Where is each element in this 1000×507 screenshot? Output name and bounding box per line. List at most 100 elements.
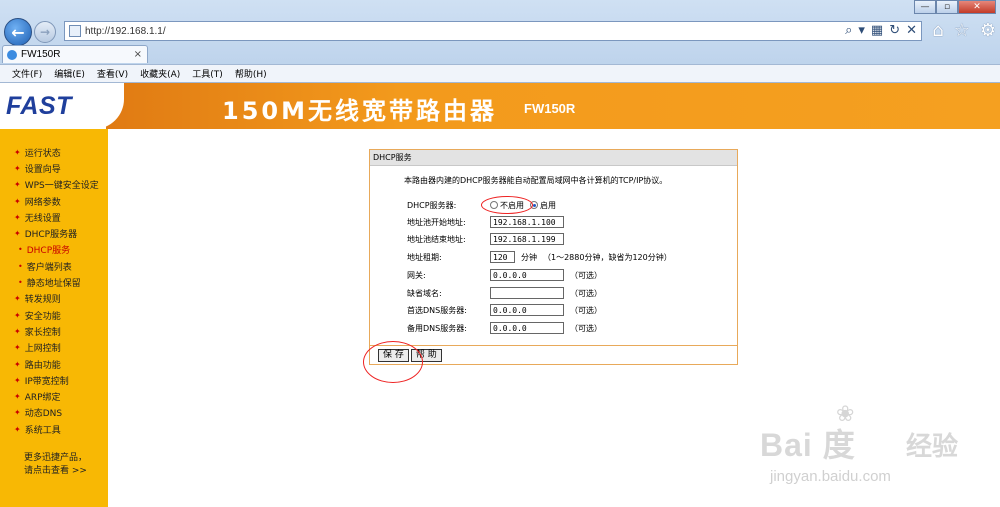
sidebar-item-10[interactable]: ✦ 安全功能 bbox=[0, 307, 108, 323]
gateway-row: 网关: （可选） bbox=[407, 268, 727, 282]
gateway-input[interactable] bbox=[490, 269, 564, 281]
window-controls: — ▫ ✕ bbox=[914, 0, 996, 14]
lease-input[interactable] bbox=[490, 251, 515, 263]
sidebar-item-7[interactable]: • 客户端列表 bbox=[0, 258, 108, 274]
menu-view[interactable]: 查看(V) bbox=[97, 67, 128, 80]
bullet-icon: ✦ bbox=[14, 375, 21, 385]
browser-toolbar-icons: ⌂ ☆ ⚙ bbox=[932, 20, 996, 41]
sidebar-item-15[interactable]: ✦ ARP绑定 bbox=[0, 388, 108, 404]
pool-start-label: 地址池开始地址: bbox=[407, 217, 466, 227]
watermark-brand: Bai 度 bbox=[760, 427, 856, 463]
button-bar: 保 存 帮 助 bbox=[370, 345, 737, 364]
sidebar-item-9[interactable]: ✦ 转发规则 bbox=[0, 291, 108, 307]
pool-start-row: 地址池开始地址: bbox=[407, 215, 727, 229]
sidebar-item-label: 运行状态 bbox=[24, 148, 61, 159]
bullet-icon: • bbox=[18, 261, 23, 271]
gateway-label: 网关: bbox=[407, 270, 426, 280]
sidebar-item-2[interactable]: ✦ WPS一键安全设定 bbox=[0, 177, 108, 193]
browser-tab[interactable]: FW150R × bbox=[2, 45, 148, 63]
domain-row: 缺省域名: （可选） bbox=[407, 286, 727, 300]
sidebar-item-1[interactable]: ✦ 设置向导 bbox=[0, 160, 108, 176]
sidebar-item-3[interactable]: ✦ 网络参数 bbox=[0, 193, 108, 209]
search-icon[interactable]: ⌕ bbox=[845, 22, 852, 40]
domain-input[interactable] bbox=[490, 287, 564, 299]
sidebar-item-11[interactable]: ✦ 家长控制 bbox=[0, 323, 108, 339]
baidu-watermark: ❀ Bai 度 经验 jingyan.baidu.com bbox=[748, 398, 988, 493]
home-icon[interactable]: ⌂ bbox=[932, 20, 943, 41]
save-button[interactable]: 保 存 bbox=[378, 348, 409, 362]
menu-file[interactable]: 文件(F) bbox=[12, 67, 42, 80]
lease-row: 地址租期: 分钟 （1～2880分钟，缺省为120分钟） bbox=[407, 250, 727, 264]
more-products-link[interactable]: 更多迅捷产品， 请点击查看 >> bbox=[24, 452, 87, 478]
stop-icon[interactable]: ✕ bbox=[906, 22, 917, 40]
bullet-icon: ✦ bbox=[14, 163, 21, 173]
bullet-icon: ✦ bbox=[14, 212, 21, 222]
dhcp-panel: DHCP服务 本路由器内建的DHCP服务器能自动配置局域网中各计算机的TCP/I… bbox=[369, 149, 738, 365]
help-button[interactable]: 帮 助 bbox=[410, 348, 442, 362]
sidebar-item-label: DHCP服务器 bbox=[24, 230, 78, 241]
tab-close-icon[interactable]: × bbox=[134, 49, 142, 60]
lease-unit: 分钟 bbox=[521, 252, 537, 262]
minimize-button[interactable]: — bbox=[914, 0, 936, 14]
gateway-optional: （可选） bbox=[570, 270, 602, 280]
sidebar-item-4[interactable]: ✦ 无线设置 bbox=[0, 209, 108, 225]
refresh-icon[interactable]: ↻ bbox=[889, 22, 900, 40]
bullet-icon: ✦ bbox=[14, 147, 21, 157]
close-window-button[interactable]: ✕ bbox=[958, 0, 996, 14]
sidebar-item-label: 无线设置 bbox=[24, 213, 61, 224]
domain-optional: （可选） bbox=[570, 288, 602, 298]
ie-icon bbox=[7, 49, 17, 60]
sidebar-item-label: DHCP服务 bbox=[26, 246, 71, 257]
sidebar-item-label: 家长控制 bbox=[24, 327, 61, 338]
forward-button[interactable]: → bbox=[34, 21, 56, 43]
sidebar-item-5[interactable]: ✦ DHCP服务器 bbox=[0, 225, 108, 241]
menu-help[interactable]: 帮助(H) bbox=[235, 67, 267, 80]
sidebar-item-label: 静态地址保留 bbox=[26, 279, 81, 290]
sidebar-item-label: ARP绑定 bbox=[24, 393, 61, 404]
product-title: 150M无线宽带路由器 bbox=[222, 97, 497, 125]
dhcp-server-label: DHCP服务器: bbox=[407, 200, 457, 210]
dropdown-icon[interactable]: ▾ bbox=[858, 22, 865, 40]
bullet-icon: • bbox=[18, 245, 23, 255]
compatibility-icon[interactable]: ▦ bbox=[871, 22, 883, 40]
maximize-button[interactable]: ▫ bbox=[936, 0, 958, 14]
panel-description: 本路由器内建的DHCP服务器能自动配置局域网中各计算机的TCP/IP协议。 bbox=[404, 176, 668, 185]
menu-bar: 文件(F) 编辑(E) 查看(V) 收藏夹(A) 工具(T) 帮助(H) bbox=[0, 64, 1000, 83]
back-arrow-icon: ← bbox=[11, 22, 25, 42]
dns1-input[interactable] bbox=[490, 304, 564, 316]
sidebar-item-0[interactable]: ✦ 运行状态 bbox=[0, 144, 108, 160]
bullet-icon: ✦ bbox=[14, 424, 21, 434]
sidebar-item-label: 安全功能 bbox=[24, 311, 61, 322]
pool-end-input[interactable] bbox=[490, 233, 564, 245]
dns2-input[interactable] bbox=[490, 322, 564, 334]
router-banner: FAST 150M无线宽带路由器 FW150R bbox=[0, 83, 1000, 129]
favorites-star-icon[interactable]: ☆ bbox=[954, 20, 970, 41]
menu-tools[interactable]: 工具(T) bbox=[192, 67, 223, 80]
fast-logo: FAST bbox=[0, 83, 106, 129]
menu-edit[interactable]: 编辑(E) bbox=[54, 67, 85, 80]
menu-favorites[interactable]: 收藏夹(A) bbox=[140, 67, 180, 80]
bullet-icon: ✦ bbox=[14, 229, 21, 239]
url-text[interactable]: http://192.168.1.1/ bbox=[85, 26, 166, 37]
dhcp-server-row: DHCP服务器: 不启用 启用 bbox=[407, 198, 727, 212]
sidebar-item-label: 上网控制 bbox=[24, 344, 61, 355]
sidebar-item-13[interactable]: ✦ 路由功能 bbox=[0, 356, 108, 372]
bullet-icon: ✦ bbox=[14, 196, 21, 206]
back-button[interactable]: ← bbox=[4, 18, 32, 46]
gear-icon[interactable]: ⚙ bbox=[980, 20, 996, 41]
sidebar-item-label: 设置向导 bbox=[24, 164, 61, 175]
sidebar-item-label: IP带宽控制 bbox=[24, 376, 69, 387]
address-bar[interactable]: http://192.168.1.1/ ⌕ ▾ ▦ ↻ ✕ bbox=[64, 21, 922, 41]
pool-start-input[interactable] bbox=[490, 216, 564, 228]
dhcp-enable-radio[interactable]: 启用 bbox=[530, 200, 556, 211]
dns1-label: 首选DNS服务器: bbox=[407, 305, 467, 315]
sidebar-item-6[interactable]: • DHCP服务 bbox=[0, 242, 108, 258]
dhcp-disable-radio[interactable]: 不启用 bbox=[490, 200, 524, 211]
sidebar-item-8[interactable]: • 静态地址保留 bbox=[0, 274, 108, 290]
sidebar-item-17[interactable]: ✦ 系统工具 bbox=[0, 421, 108, 437]
sidebar-item-14[interactable]: ✦ IP带宽控制 bbox=[0, 372, 108, 388]
sidebar-item-16[interactable]: ✦ 动态DNS bbox=[0, 405, 108, 421]
sidebar-item-12[interactable]: ✦ 上网控制 bbox=[0, 340, 108, 356]
bullet-icon: ✦ bbox=[14, 408, 21, 418]
forward-arrow-icon: → bbox=[39, 25, 51, 39]
